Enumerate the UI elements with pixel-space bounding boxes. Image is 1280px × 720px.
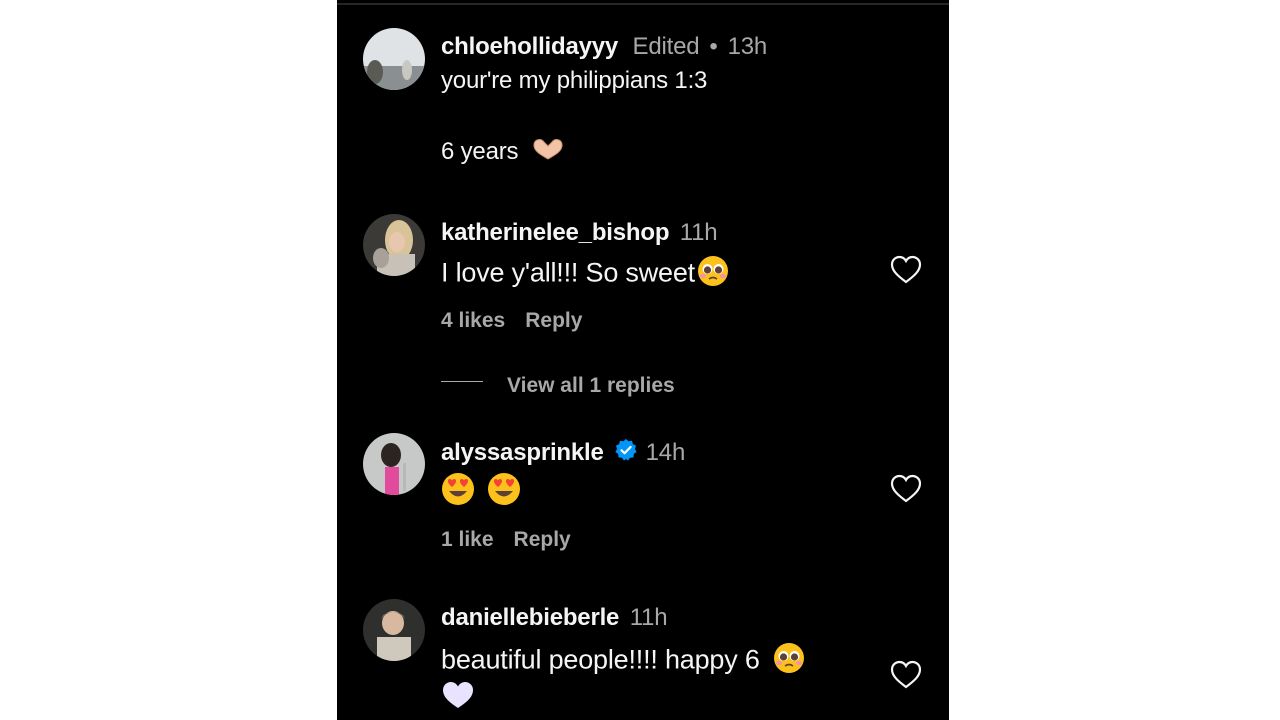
- comment-header: chloehollidayyy Edited • 13h: [441, 33, 767, 61]
- heart-hands-emoji-icon: [531, 137, 565, 168]
- heart-eyes-emoji-icon: [487, 472, 521, 513]
- likes-count[interactable]: 1 like: [441, 528, 494, 551]
- timestamp: 11h: [679, 219, 718, 246]
- comment-header: alyssasprinkle 14h: [441, 438, 685, 469]
- timestamp: 11h: [629, 604, 668, 631]
- reply-button[interactable]: Reply: [514, 528, 571, 551]
- comments-panel: chloehollidayyy Edited • 13h your're my ph…: [337, 0, 949, 720]
- timestamp: 14h: [645, 438, 686, 466]
- separator-dot: •: [709, 33, 718, 60]
- view-replies-button[interactable]: View all 1 replies: [507, 374, 675, 398]
- white-heart-emoji-icon: [441, 680, 475, 717]
- comment-text-line: beautiful people!!!! happy 6: [441, 644, 760, 675]
- reply-button[interactable]: Reply: [525, 309, 582, 332]
- username[interactable]: alyssasprinkle: [441, 439, 604, 466]
- like-heart-icon[interactable]: [890, 474, 922, 504]
- comment-text: 6 years: [441, 137, 565, 168]
- comment-text: your're my philippians 1:3: [441, 67, 708, 94]
- comment-actions: 1 like Reply: [441, 528, 571, 552]
- likes-count[interactable]: 4 likes: [441, 309, 505, 332]
- comment-text: I love y'all!!! So sweet: [441, 255, 729, 294]
- timestamp: 13h: [727, 33, 768, 60]
- pleading-face-emoji-icon: [697, 255, 729, 294]
- divider: [337, 3, 949, 5]
- comment-actions: 4 likes Reply: [441, 309, 582, 333]
- username[interactable]: chloehollidayyy: [441, 33, 618, 60]
- avatar[interactable]: [363, 433, 425, 495]
- comment-text-line: 6 years: [441, 137, 519, 165]
- like-heart-icon[interactable]: [890, 660, 922, 690]
- comment-header: katherinelee_bishop 11h: [441, 219, 718, 247]
- comment-header: daniellebieberle 11h: [441, 604, 668, 632]
- comment-text-line: I love y'all!!! So sweet: [441, 257, 695, 288]
- avatar[interactable]: [363, 28, 425, 90]
- edited-label: Edited: [632, 33, 700, 60]
- heart-eyes-emoji-icon: [441, 472, 475, 513]
- replies-divider: [441, 381, 483, 382]
- username[interactable]: daniellebieberle: [441, 604, 619, 631]
- pleading-face-emoji-icon: [773, 642, 805, 681]
- verified-badge-icon: [614, 438, 638, 469]
- username[interactable]: katherinelee_bishop: [441, 219, 669, 246]
- avatar[interactable]: [363, 599, 425, 661]
- like-heart-icon[interactable]: [890, 255, 922, 285]
- avatar[interactable]: [363, 214, 425, 276]
- comment-text: beautiful people!!!! happy 6: [441, 642, 805, 681]
- comment-text: [441, 680, 475, 717]
- comment-text: [441, 472, 521, 513]
